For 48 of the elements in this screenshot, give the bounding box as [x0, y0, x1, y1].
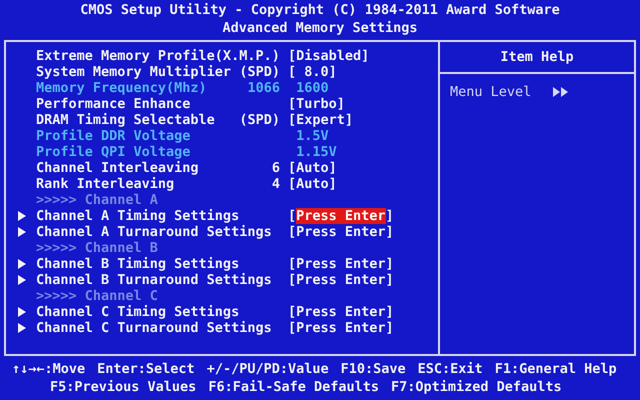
section-header: >>>>> Channel C	[36, 288, 158, 304]
key-hint: ↑↓→←:Move	[12, 360, 86, 378]
setting-label: Memory Frequency(Mhz)	[36, 80, 207, 96]
section-header: >>>>> Channel B	[36, 240, 158, 256]
setting-label: Performance Enhance	[36, 96, 190, 112]
submenu-label[interactable]: Channel A Timing Settings	[36, 208, 240, 224]
section-header: >>>>> Channel A	[36, 192, 158, 208]
setting-value[interactable]: [Auto]	[288, 176, 337, 192]
setting-label: DRAM Timing Selectable	[36, 112, 215, 128]
key-hint: +/-/PU/PD:Value	[206, 360, 329, 378]
setting-label: System Memory Multiplier	[36, 64, 232, 80]
setting-detail: (SPD)	[239, 64, 280, 80]
setting-value[interactable]: [Disabled]	[288, 48, 370, 64]
help-title: Item Help	[440, 42, 634, 74]
submenu-label[interactable]: Channel B Turnaround Settings	[36, 272, 272, 288]
double-arrow-icon	[553, 87, 570, 97]
setting-value[interactable]: [ 8.0]	[288, 64, 337, 80]
key-hint: F5:Previous Values	[50, 378, 196, 396]
setting-label: Rank Interleaving	[36, 176, 174, 192]
setting-value[interactable]: [Press Enter]	[288, 304, 394, 320]
setting-value[interactable]: [Press Enter]	[288, 224, 394, 240]
key-hint: F1:General Help	[494, 360, 617, 378]
menu-level-label: Menu Level	[450, 84, 532, 100]
setting-value[interactable]: [Auto]	[288, 160, 337, 176]
submenu-label[interactable]: Channel B Timing Settings	[36, 256, 240, 272]
setting-value[interactable]: [Turbo]	[288, 96, 345, 112]
setting-label: Profile DDR Voltage	[36, 128, 190, 144]
setting-label: Profile QPI Voltage	[36, 144, 190, 160]
key-hint: F6:Fail-Safe Defaults	[208, 378, 379, 396]
setting-value[interactable]: [Press Enter]	[288, 272, 394, 288]
setting-detail: (SPD)	[239, 112, 280, 128]
setting-value[interactable]: [Expert]	[288, 112, 354, 128]
setting-detail: 4	[272, 176, 280, 192]
submenu-label[interactable]: Channel C Timing Settings	[36, 304, 240, 320]
setting-label: Channel Interleaving	[36, 160, 199, 176]
key-hint: F10:Save	[340, 360, 406, 378]
page-title: Advanced Memory Settings	[222, 19, 418, 37]
key-hint: F7:Optimized Defaults	[391, 378, 562, 396]
submenu-label[interactable]: Channel A Turnaround Settings	[36, 224, 272, 240]
setting-detail: 6	[272, 160, 280, 176]
submenu-label[interactable]: Channel C Turnaround Settings	[36, 320, 272, 336]
setting-value[interactable]: [Press Enter]	[288, 256, 394, 272]
setting-label: Extreme Memory Profile(X.M.P.)	[36, 48, 280, 64]
setting-value[interactable]: [Press Enter]	[288, 320, 394, 336]
setting-detail: 1066	[247, 80, 280, 96]
key-hint: Enter:Select	[97, 360, 195, 378]
utility-title: CMOS Setup Utility - Copyright (C) 1984-2011 Award Software	[80, 1, 560, 19]
key-hint: ESC:Exit	[418, 360, 483, 378]
